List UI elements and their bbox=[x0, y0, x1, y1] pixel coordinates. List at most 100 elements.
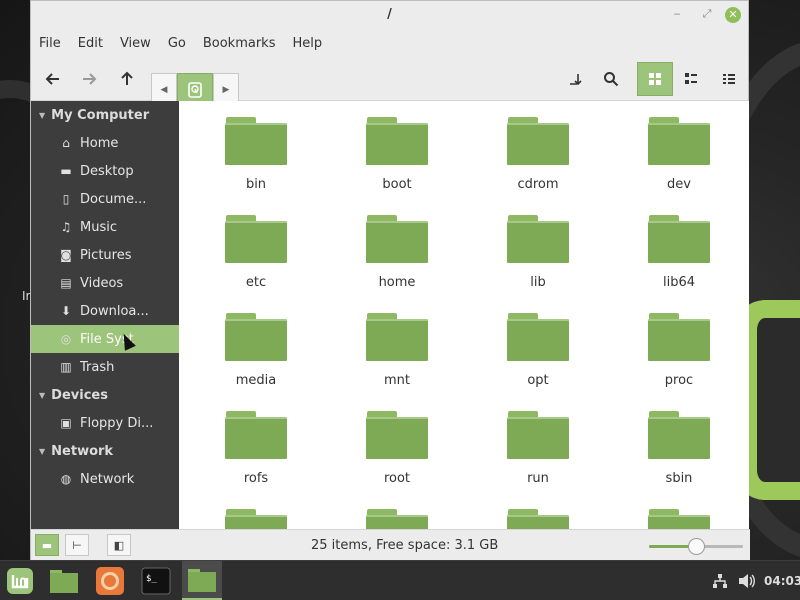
menu-edit[interactable]: Edit bbox=[78, 36, 103, 51]
folder-item[interactable]: media bbox=[206, 297, 306, 388]
folder-item[interactable]: home bbox=[347, 199, 447, 290]
icon-view-icon[interactable] bbox=[637, 62, 673, 96]
zoom-knob[interactable] bbox=[688, 538, 705, 555]
folder-name: home bbox=[378, 275, 416, 290]
folder-icon bbox=[507, 117, 569, 167]
folder-icon bbox=[507, 509, 569, 529]
folder-name: mnt bbox=[384, 373, 410, 388]
folder-icon bbox=[648, 313, 710, 363]
folder-item[interactable]: lib64 bbox=[629, 199, 729, 290]
folder-item[interactable]: rofs bbox=[206, 395, 306, 486]
terminal-icon[interactable]: $_ bbox=[136, 561, 176, 600]
folder-item[interactable]: mnt bbox=[347, 297, 447, 388]
sidebar-item[interactable]: ▣ Floppy Di... bbox=[31, 409, 179, 437]
network-icon[interactable] bbox=[712, 573, 728, 593]
folder-item[interactable]: bin bbox=[206, 101, 306, 192]
folder-icon bbox=[507, 411, 569, 461]
sidebar-item[interactable]: ⬇ Downloa... bbox=[31, 297, 179, 325]
folder-item[interactable]: boot bbox=[347, 101, 447, 192]
title-bar[interactable]: / ‒ ⤢ ✕ bbox=[31, 1, 748, 29]
folder-item[interactable]: lib bbox=[488, 199, 588, 290]
svg-text:$_: $_ bbox=[146, 574, 157, 584]
folder-icon bbox=[225, 117, 287, 167]
menu-bar: File Edit View Go Bookmarks Help bbox=[31, 29, 748, 57]
folder-item[interactable] bbox=[629, 493, 729, 529]
status-text: 25 items, Free space: 3.1 GB bbox=[311, 538, 499, 553]
folder-item[interactable]: sbin bbox=[629, 395, 729, 486]
open-terminal-icon[interactable] bbox=[559, 63, 591, 95]
folder-item[interactable]: run bbox=[488, 395, 588, 486]
window-title: / bbox=[387, 7, 392, 22]
folder-icon bbox=[225, 313, 287, 363]
sidebar-section-network[interactable]: ▼ Network bbox=[31, 437, 179, 465]
volume-icon[interactable] bbox=[738, 573, 756, 593]
sidebar-item[interactable]: ♫ Music bbox=[31, 213, 179, 241]
filesystem-icon: ◎ bbox=[60, 332, 72, 346]
chevron-down-icon[interactable]: ▼ bbox=[39, 447, 45, 456]
minimize-icon[interactable]: ‒ bbox=[669, 7, 685, 23]
close-icon[interactable]: ✕ bbox=[725, 7, 741, 23]
menu-view[interactable]: View bbox=[120, 36, 151, 51]
sidebar-section-devices[interactable]: ▼ Devices bbox=[31, 381, 179, 409]
folder-item[interactable]: proc bbox=[629, 297, 729, 388]
sidebar-item-label: Home bbox=[80, 135, 119, 151]
firefox-icon[interactable] bbox=[90, 561, 130, 600]
status-bar: ▬ ⊢ ◧ 25 items, Free space: 3.1 GB bbox=[31, 529, 750, 560]
mint-menu-icon[interactable] bbox=[0, 561, 40, 600]
places-view-button[interactable]: ▬ bbox=[35, 534, 59, 556]
folder-item[interactable] bbox=[488, 493, 588, 529]
chevron-down-icon[interactable]: ▼ bbox=[39, 111, 45, 120]
sidebar-item[interactable]: ▥ Trash bbox=[31, 353, 179, 381]
sidebar-item-label: Videos bbox=[80, 275, 124, 291]
folder-item[interactable]: etc bbox=[206, 199, 306, 290]
file-manager-window: / ‒ ⤢ ✕ File Edit View Go Bookmarks Help ◀ ▶ bbox=[30, 0, 750, 560]
folder-icon bbox=[366, 117, 428, 167]
sidebar-item[interactable]: ◍ Network bbox=[31, 465, 179, 493]
sidebar-section-title: My Computer bbox=[51, 107, 150, 123]
sidebar: ▼ My Computer ⌂ Home ▬ Desktop ▯ Docume... ♫ Musi… bbox=[31, 101, 179, 529]
sidebar-item-label: Docume... bbox=[80, 191, 147, 207]
arrow-up-icon[interactable] bbox=[111, 63, 143, 95]
compact-view-icon[interactable] bbox=[713, 63, 745, 95]
sidebar-item[interactable]: ▬ Desktop bbox=[31, 157, 179, 185]
file-grid: bin boot cdrom dev etc home lib lib64 media mnt op… bbox=[179, 101, 749, 529]
sidebar-item[interactable]: ▤ Videos bbox=[31, 269, 179, 297]
folder-icon bbox=[507, 313, 569, 363]
folder-item[interactable]: dev bbox=[629, 101, 729, 192]
folder-item[interactable]: opt bbox=[488, 297, 588, 388]
files-window-icon[interactable] bbox=[182, 561, 222, 600]
folder-name: sbin bbox=[665, 471, 693, 486]
network-icon: ◍ bbox=[60, 472, 72, 486]
folder-item[interactable]: cdrom bbox=[488, 101, 588, 192]
arrow-left-icon[interactable] bbox=[37, 63, 69, 95]
folder-item[interactable]: root bbox=[347, 395, 447, 486]
folder-icon bbox=[648, 411, 710, 461]
list-view-icon[interactable] bbox=[675, 63, 707, 95]
maximize-icon[interactable]: ⤢ bbox=[699, 7, 715, 23]
files-app-icon[interactable] bbox=[44, 561, 84, 600]
menu-help[interactable]: Help bbox=[292, 36, 322, 51]
search-icon[interactable] bbox=[595, 63, 627, 95]
sidebar-item[interactable]: ▯ Docume... bbox=[31, 185, 179, 213]
folder-item[interactable] bbox=[347, 493, 447, 529]
folder-name: etc bbox=[245, 275, 267, 290]
menu-go[interactable]: Go bbox=[168, 36, 186, 51]
menu-file[interactable]: File bbox=[39, 36, 61, 51]
arrow-right-icon[interactable] bbox=[73, 63, 105, 95]
document-icon: ▯ bbox=[62, 192, 70, 206]
tree-view-button[interactable]: ⊢ bbox=[65, 534, 89, 556]
clock[interactable]: 04:03 bbox=[764, 574, 800, 588]
menu-bookmarks[interactable]: Bookmarks bbox=[203, 36, 276, 51]
sidebar-item[interactable]: ◙ Pictures bbox=[31, 241, 179, 269]
sidebar-section-my-computer[interactable]: ▼ My Computer bbox=[31, 101, 179, 129]
chevron-down-icon[interactable]: ▼ bbox=[39, 391, 45, 400]
folder-name: root bbox=[383, 471, 411, 486]
zoom-slider[interactable] bbox=[649, 538, 743, 555]
folder-name: lib bbox=[530, 275, 546, 290]
sidebar-item[interactable]: ◎ File Syst bbox=[31, 325, 179, 353]
folder-item[interactable] bbox=[206, 493, 306, 529]
folder-name: proc bbox=[664, 373, 694, 388]
sidebar-item[interactable]: ⌂ Home bbox=[31, 129, 179, 157]
film-icon: ▤ bbox=[60, 276, 72, 290]
hide-sidebar-button[interactable]: ◧ bbox=[107, 534, 131, 556]
